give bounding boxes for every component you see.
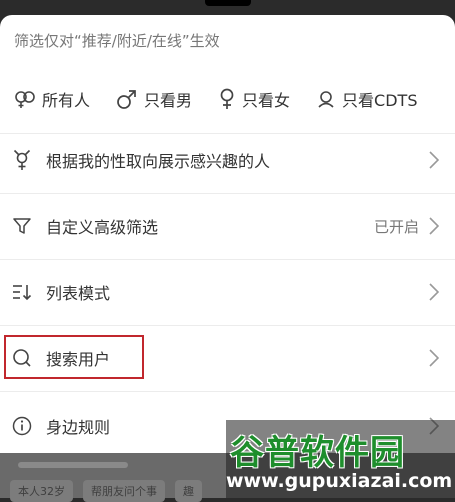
row-label: 列表模式 bbox=[46, 284, 111, 303]
background-tag: 趣 bbox=[175, 480, 202, 502]
gender-option-all[interactable]: 所有人 bbox=[14, 87, 90, 111]
female-icon bbox=[220, 88, 234, 109]
search-highlight-box bbox=[4, 335, 144, 379]
background-section-title bbox=[18, 462, 128, 468]
watermark-url: www.gupuxiazai.com bbox=[226, 470, 453, 492]
gender-option-label: 只看女 bbox=[242, 91, 291, 110]
watermark-title: 谷普软件园 bbox=[230, 433, 405, 473]
list-sort-icon bbox=[12, 282, 32, 302]
chevron-right-icon bbox=[429, 217, 439, 235]
background-tags: 本人32岁 帮朋友问个事 趣 bbox=[10, 480, 202, 502]
row-label: 自定义高级筛选 bbox=[46, 218, 159, 237]
male-icon bbox=[117, 90, 136, 109]
row-orientation[interactable]: 根据我的性取向展示感兴趣的人 bbox=[0, 127, 455, 193]
gender-option-label: 所有人 bbox=[42, 91, 91, 110]
status-notch bbox=[205, 0, 251, 6]
cdts-icon bbox=[318, 91, 334, 108]
background-tag: 帮朋友问个事 bbox=[83, 480, 165, 502]
background-tag: 本人32岁 bbox=[10, 480, 73, 502]
gender-option-cdts[interactable]: 只看CDTS bbox=[316, 87, 417, 111]
gender-filter-row: 所有人 只看男 只看女 只看CDTS bbox=[0, 81, 455, 117]
filter-sheet: 筛选仅对“推荐/附近/在线”生效 所有人 只看男 只看女 只看CDTS 根据我的… bbox=[0, 15, 455, 453]
row-status: 已开启 bbox=[373, 217, 419, 236]
row-list-mode[interactable]: 列表模式 bbox=[0, 259, 455, 325]
gender-option-label: 只看男 bbox=[144, 91, 193, 110]
filter-hint: 筛选仅对“推荐/附近/在线”生效 bbox=[14, 32, 220, 50]
gender-option-male[interactable]: 只看男 bbox=[116, 87, 192, 111]
info-icon bbox=[12, 416, 32, 436]
row-label: 根据我的性取向展示感兴趣的人 bbox=[46, 152, 271, 171]
filter-icon bbox=[12, 216, 32, 236]
row-advanced-filter[interactable]: 自定义高级筛选 已开启 bbox=[0, 193, 455, 259]
chevron-right-icon bbox=[429, 283, 439, 301]
chevron-right-icon bbox=[429, 151, 439, 169]
orientation-icon bbox=[12, 149, 32, 170]
divider bbox=[0, 391, 455, 392]
gender-option-label: 只看CDTS bbox=[342, 91, 418, 110]
all-genders-icon bbox=[15, 91, 35, 108]
gender-option-female[interactable]: 只看女 bbox=[218, 87, 290, 111]
chevron-right-icon bbox=[429, 349, 439, 367]
